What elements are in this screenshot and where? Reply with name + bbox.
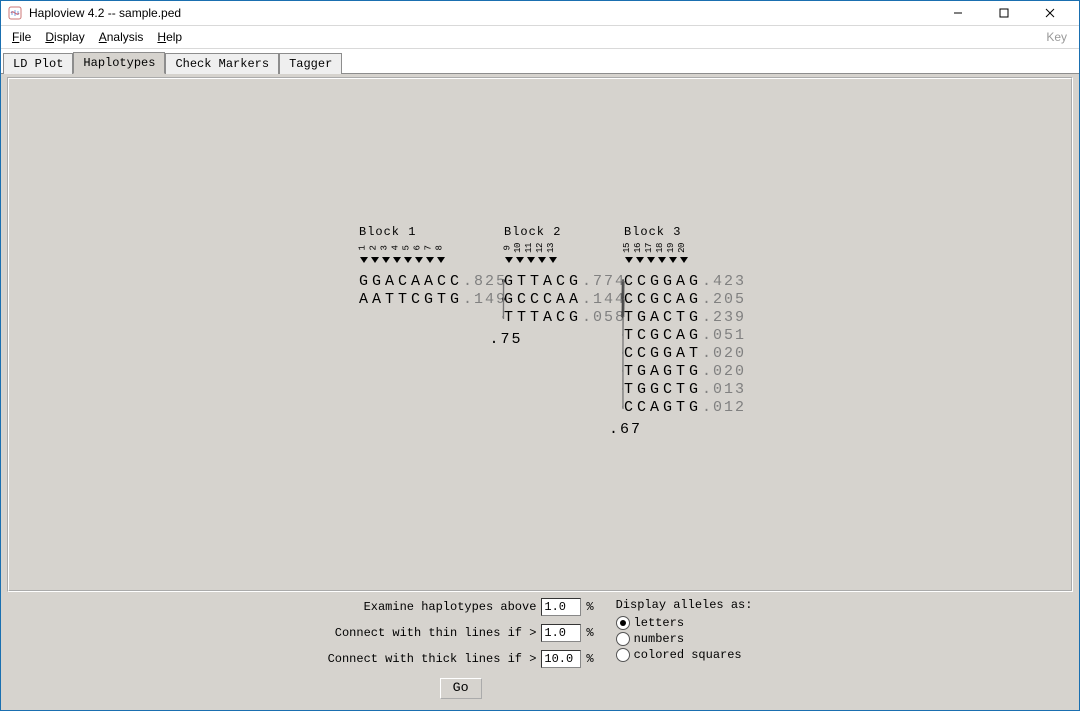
haplotype-freq: .825 [463,273,507,290]
haplotype-freq: .144 [582,291,626,308]
app-icon [7,5,23,21]
marker-row: 910111213 [504,241,558,263]
block-label: Block 3 [624,225,681,239]
menu-help[interactable]: Help [150,28,189,46]
haplotype-row[interactable]: CCGGAG [624,273,702,290]
window-buttons [935,1,1073,25]
haplotype-freq: .013 [702,381,746,398]
multiallelic-dprime: .67 [609,421,642,438]
haplotype-row[interactable]: CCGCAG [624,291,702,308]
display-alleles-label: Display alleles as: [616,598,753,612]
menubar: File Display Analysis Help Key [1,25,1079,49]
thin-input[interactable] [541,624,581,642]
haplotype-freq: .012 [702,399,746,416]
haplotype-row[interactable]: TGAGTG [624,363,702,380]
thick-input[interactable] [541,650,581,668]
haplotype-freq: .423 [702,273,746,290]
haplotype-row[interactable]: TGACTG [624,309,702,326]
radio-icon [616,648,630,662]
block-label: Block 1 [359,225,416,239]
haplotype-freq: .051 [702,327,746,344]
maximize-button[interactable] [981,1,1027,25]
haplotype-freq: .774 [582,273,626,290]
haplotype-row[interactable]: TTTACG [504,309,582,326]
haplotype-freq: .149 [463,291,507,308]
go-button[interactable]: Go [440,678,482,699]
haplotype-freq: .058 [582,309,626,326]
examine-label: Examine haplotypes above [364,600,537,614]
panel: Block 1 12345678 GGACAACC.825AATTCGTG.149 B… [1,74,1079,710]
haplotype-plot[interactable]: Block 1 12345678 GGACAACC.825AATTCGTG.149 B… [7,77,1073,592]
haplotype-row[interactable]: AATTCGTG [359,291,463,308]
menu-key[interactable]: Key [1038,28,1075,46]
thick-label: Connect with thick lines if > [328,652,537,666]
haplotype-row[interactable]: TGGCTG [624,381,702,398]
marker-row: 12345678 [359,241,446,263]
radio-colored-squares[interactable]: colored squares [616,648,742,662]
tab-haplotypes[interactable]: Haplotypes [73,52,165,74]
controls: Examine haplotypes above % Connect with … [7,596,1073,706]
app-window: Haploview 4.2 -- sample.ped File Display… [0,0,1080,711]
haplotype-row[interactable]: CCAGTG [624,399,702,416]
haplotype-row[interactable]: CCGGAT [624,345,702,362]
radio-letters[interactable]: letters [616,616,684,630]
haplotype-row[interactable]: TCGCAG [624,327,702,344]
haplotype-row[interactable]: GTTACG [504,273,582,290]
thin-label: Connect with thin lines if > [335,626,537,640]
titlebar: Haploview 4.2 -- sample.ped [1,1,1079,25]
marker-row: 151617181920 [624,241,689,263]
haplotype-row[interactable]: GCCCAA [504,291,582,308]
percent-sign: % [586,600,593,614]
radio-numbers[interactable]: numbers [616,632,684,646]
haplotype-freq: .205 [702,291,746,308]
haplotype-freq: .239 [702,309,746,326]
haplotype-freq: .020 [702,345,746,362]
tab-strip: LD Plot Haplotypes Check Markers Tagger [1,51,1079,74]
menu-display[interactable]: Display [38,28,91,46]
haplotype-freq: .020 [702,363,746,380]
radio-icon [616,632,630,646]
radio-icon [616,616,630,630]
tab-ldplot[interactable]: LD Plot [3,53,73,74]
close-button[interactable] [1027,1,1073,25]
menu-file[interactable]: File [5,28,38,46]
menu-analysis[interactable]: Analysis [92,28,151,46]
window-title: Haploview 4.2 -- sample.ped [29,6,181,20]
connector-lines [9,79,1071,590]
examine-input[interactable] [541,598,581,616]
multiallelic-dprime: .75 [490,331,523,348]
haplotype-row[interactable]: GGACAACC [359,273,463,290]
tab-tagger[interactable]: Tagger [279,53,342,74]
block-label: Block 2 [504,225,561,239]
tab-check-markers[interactable]: Check Markers [165,53,279,74]
minimize-button[interactable] [935,1,981,25]
